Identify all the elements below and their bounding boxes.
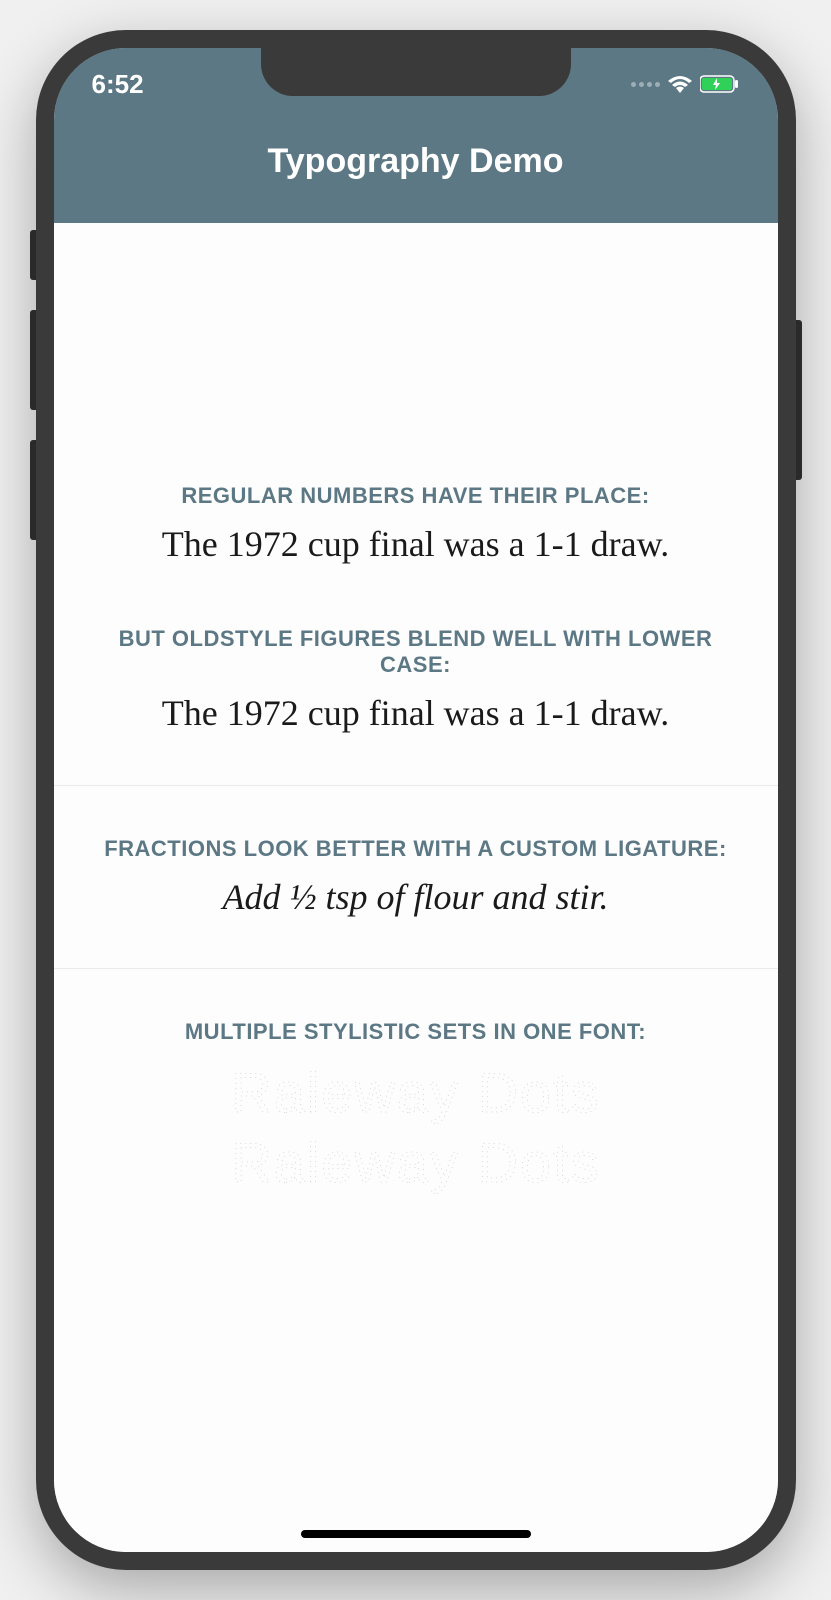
caption-stylistic-sets: MULTIPLE STYLISTIC SETS IN ONE FONT: <box>84 1019 748 1045</box>
status-time: 6:52 <box>92 57 144 100</box>
phone-side-buttons <box>30 230 36 570</box>
caption-regular-numbers: REGULAR NUMBERS HAVE THEIR PLACE: <box>84 483 748 509</box>
dotted-text-line-1: Raleway Dots <box>231 1061 600 1124</box>
home-indicator[interactable] <box>301 1530 531 1538</box>
status-icons <box>631 63 740 93</box>
example-regular-numbers: The 1972 cup final was a 1-1 draw. <box>84 521 748 568</box>
section-numbers: REGULAR NUMBERS HAVE THEIR PLACE: The 19… <box>54 223 778 786</box>
volume-down-button <box>30 440 36 540</box>
section-stylistic-sets: MULTIPLE STYLISTIC SETS IN ONE FONT: Ral… <box>54 969 778 1271</box>
silent-switch <box>30 230 36 280</box>
dotted-text-line-2: Raleway Dots <box>231 1131 600 1194</box>
phone-screen: 6:52 Typography <box>54 48 778 1552</box>
volume-up-button <box>30 310 36 410</box>
example-fractions: Add ½ tsp of flour and stir. <box>84 874 748 921</box>
cellular-icon <box>631 82 660 87</box>
section-fractions: FRACTIONS LOOK BETTER WITH A CUSTOM LIGA… <box>54 786 778 970</box>
phone-device-frame: 6:52 Typography <box>36 30 796 1570</box>
power-button <box>796 320 802 480</box>
caption-fractions: FRACTIONS LOOK BETTER WITH A CUSTOM LIGA… <box>84 836 748 862</box>
wifi-icon <box>668 75 692 93</box>
phone-notch <box>261 48 571 96</box>
example-raleway-dots: Raleway Dots Raleway Dots <box>84 1057 748 1223</box>
content-area[interactable]: REGULAR NUMBERS HAVE THEIR PLACE: The 19… <box>54 223 778 1552</box>
page-title: Typography Demo <box>268 142 564 181</box>
caption-oldstyle-figures: BUT OLDSTYLE FIGURES BLEND WELL WITH LOW… <box>84 626 748 678</box>
example-oldstyle-figures: The 1972 cup final was a 1-1 draw. <box>84 690 748 737</box>
battery-charging-icon <box>700 75 740 93</box>
